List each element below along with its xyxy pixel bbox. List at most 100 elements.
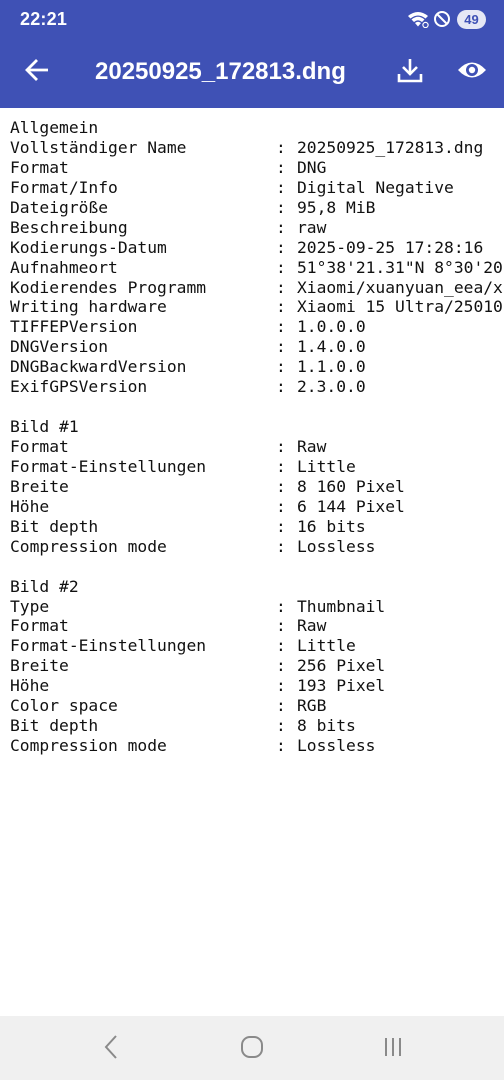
info-value: 2.3.0.0 xyxy=(297,377,366,397)
info-separator: : xyxy=(276,377,286,397)
section-image-2: Bild #2 Type: Thumbnail Format: Raw Format… xyxy=(10,577,504,756)
info-value: Raw xyxy=(297,616,327,636)
media-info-text: Allgemein Vollständiger Name:20250925_17… xyxy=(0,118,504,1013)
info-separator: : xyxy=(276,496,286,516)
info-label: Format xyxy=(10,616,69,636)
info-separator: : xyxy=(276,197,286,217)
info-separator: : xyxy=(276,317,286,337)
info-row: DNGVersion:1.4.0.0 xyxy=(10,337,504,357)
info-separator: : xyxy=(276,217,286,237)
info-row: Höhe:193 Pixel xyxy=(10,676,504,696)
info-separator: : xyxy=(276,257,286,277)
info-row: Format: DNG xyxy=(10,158,504,178)
info-label: DNGBackwardVersion xyxy=(10,357,187,377)
nav-home-icon xyxy=(239,1034,265,1064)
info-value: 1.4.0.0 xyxy=(297,337,366,357)
info-value: 193 Pixel xyxy=(297,676,386,696)
info-value: 1.0.0.0 xyxy=(297,317,366,337)
info-row: Format: Raw xyxy=(10,616,504,636)
download-button[interactable] xyxy=(386,48,434,96)
info-separator: : xyxy=(276,596,286,616)
section-heading: Bild #1 xyxy=(10,417,79,437)
info-row: DNGBackwardVersion:1.1.0.0 xyxy=(10,357,504,377)
info-value: Xiaomi 15 Ultra/25010 xyxy=(297,297,503,317)
info-separator: : xyxy=(276,157,286,177)
info-label: Kodierendes Programm xyxy=(10,277,207,297)
info-label: Beschreibung xyxy=(10,217,128,237)
info-separator: : xyxy=(276,137,286,157)
nav-recents-button[interactable] xyxy=(374,1030,412,1068)
info-value: Digital Negative xyxy=(297,177,454,197)
info-row: Aufnahmeort:51°38'21.31"N 8°30'20 xyxy=(10,258,504,278)
back-button[interactable] xyxy=(13,48,61,96)
info-row: Breite:8 160 Pixel xyxy=(10,477,504,497)
info-row: Vollständiger Name:20250925_172813.dng xyxy=(10,138,504,158)
info-label: Höhe xyxy=(10,676,50,696)
app-bar: 20250925_172813.dng xyxy=(0,36,504,108)
info-separator: : xyxy=(276,696,286,716)
info-label: Format/Info xyxy=(10,177,118,197)
view-button[interactable] xyxy=(448,48,496,96)
info-label: Breite xyxy=(10,656,69,676)
info-label: Höhe xyxy=(10,496,50,516)
info-label: Compression mode xyxy=(10,736,167,756)
info-row: Format-Einstellungen: Little xyxy=(10,636,504,656)
battery-icon: 49 xyxy=(457,9,486,29)
info-separator: : xyxy=(276,736,286,756)
info-separator: : xyxy=(276,656,286,676)
info-row: ExifGPSVersion:2.3.0.0 xyxy=(10,377,504,397)
info-separator: : xyxy=(276,337,286,357)
status-icons: 49 xyxy=(407,9,486,29)
info-row: Bit depth:8 bits xyxy=(10,716,504,736)
info-label: Type xyxy=(10,596,50,616)
section-heading: Bild #2 xyxy=(10,576,79,596)
info-value: 8 160 Pixel xyxy=(297,476,405,496)
download-icon xyxy=(397,57,423,87)
info-row: Format: Raw xyxy=(10,437,504,457)
page-title: 20250925_172813.dng xyxy=(95,58,346,85)
info-value: Little xyxy=(297,636,356,656)
info-label: Breite xyxy=(10,476,69,496)
info-label: Format-Einstellungen xyxy=(10,456,207,476)
nav-home-button[interactable] xyxy=(232,1030,272,1068)
info-value: 51°38'21.31"N 8°30'20 xyxy=(297,257,503,277)
info-label: Color space xyxy=(10,696,118,716)
status-time: 22:21 xyxy=(20,9,68,29)
info-separator: : xyxy=(276,516,286,536)
info-label: Format xyxy=(10,157,69,177)
info-label: Aufnahmeort xyxy=(10,257,118,277)
nav-recents-icon xyxy=(381,1035,405,1063)
status-bar: 22:21 49 xyxy=(0,0,504,36)
info-separator: : xyxy=(276,456,286,476)
info-label: Bit depth xyxy=(10,716,99,736)
info-label: Format-Einstellungen xyxy=(10,636,207,656)
info-value: Little xyxy=(297,456,356,476)
eye-icon xyxy=(457,59,487,85)
system-nav-bar xyxy=(0,1016,504,1080)
info-separator: : xyxy=(276,636,286,656)
info-separator: : xyxy=(276,297,286,317)
info-separator: : xyxy=(276,476,286,496)
info-separator: : xyxy=(276,536,286,556)
info-row: Writing hardware: Xiaomi 15 Ultra/25010 xyxy=(10,297,504,317)
info-separator: : xyxy=(276,616,286,636)
info-separator: : xyxy=(276,676,286,696)
info-row: Kodierendes Programm: Xiaomi/xuanyuan_eea… xyxy=(10,278,504,298)
info-label: Compression mode xyxy=(10,536,167,556)
info-separator: : xyxy=(276,277,286,297)
info-value: Raw xyxy=(297,437,327,456)
info-row: Type: Thumbnail xyxy=(10,597,504,617)
info-row: Dateigröße:95,8 MiB xyxy=(10,198,504,218)
nav-back-button[interactable] xyxy=(92,1030,130,1068)
info-label: Writing hardware xyxy=(10,297,167,317)
info-separator: : xyxy=(276,716,286,736)
info-value: RGB xyxy=(297,696,327,716)
info-separator: : xyxy=(276,237,286,257)
info-value: 6 144 Pixel xyxy=(297,496,405,516)
info-value: Lossless xyxy=(297,736,376,756)
info-row: Format/Info: Digital Negative xyxy=(10,178,504,198)
info-separator: : xyxy=(276,437,286,456)
do-not-disturb-icon xyxy=(433,10,451,28)
info-separator: : xyxy=(276,177,286,197)
info-row: Compression mode: Lossless xyxy=(10,537,504,557)
